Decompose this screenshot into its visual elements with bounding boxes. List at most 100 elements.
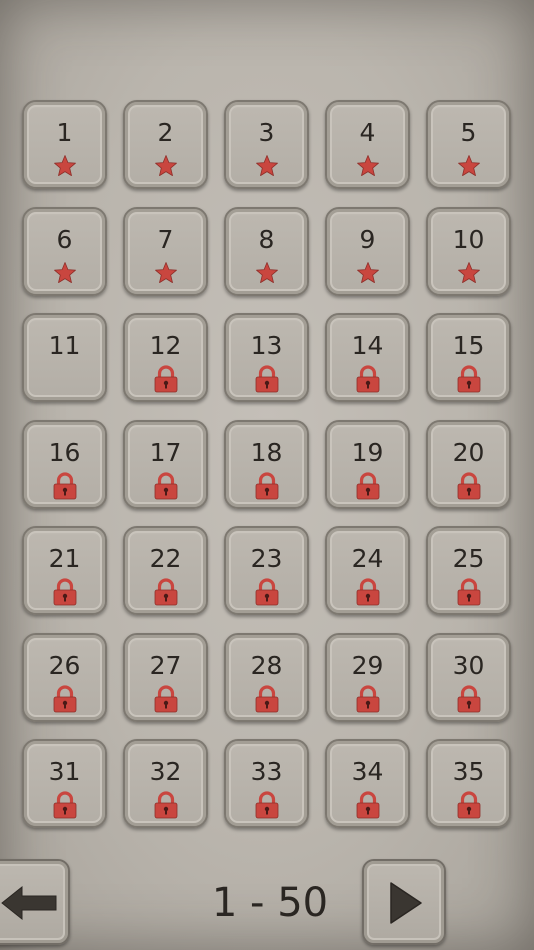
lock-icon — [456, 791, 482, 819]
lock-icon — [254, 578, 280, 606]
level-tile-26[interactable]: 26 — [22, 632, 107, 722]
level-tile-35[interactable]: 35 — [426, 739, 511, 828]
level-tile-6[interactable]: 6 — [22, 206, 107, 296]
level-tile-33[interactable]: 33 — [224, 739, 309, 828]
lock-icon — [52, 791, 78, 819]
level-number: 24 — [351, 544, 384, 573]
level-tile-11[interactable]: 11 — [22, 313, 107, 402]
level-tile-3[interactable]: 3 — [224, 100, 309, 189]
level-number: 6 — [56, 224, 73, 254]
level-tile-32[interactable]: 32 — [123, 739, 208, 828]
level-number: 34 — [351, 757, 384, 786]
level-number: 28 — [250, 650, 283, 680]
level-tile-18[interactable]: 18 — [224, 419, 309, 509]
level-tile-8[interactable]: 8 — [224, 206, 309, 296]
level-number: 30 — [452, 650, 485, 680]
lock-icon — [153, 791, 179, 819]
star-icon — [154, 261, 178, 285]
level-tile-2[interactable]: 2 — [123, 100, 208, 189]
lock-icon — [456, 578, 482, 606]
arrow-left-icon — [1, 885, 57, 921]
level-tile-10[interactable]: 10 — [426, 206, 511, 296]
level-number: 10 — [452, 224, 485, 254]
lock-icon — [355, 365, 381, 393]
level-number: 18 — [250, 437, 283, 467]
level-tile-4[interactable]: 4 — [325, 100, 410, 189]
level-number: 3 — [258, 118, 275, 147]
level-tile-31[interactable]: 31 — [22, 739, 107, 828]
star-icon — [154, 154, 178, 178]
level-tile-34[interactable]: 34 — [325, 739, 410, 828]
star-icon — [356, 154, 380, 178]
level-tile-16[interactable]: 16 — [22, 419, 107, 509]
back-button[interactable] — [0, 859, 70, 945]
lock-icon — [52, 684, 78, 713]
lock-icon — [355, 791, 381, 819]
level-number: 7 — [157, 224, 174, 254]
level-tile-14[interactable]: 14 — [325, 313, 410, 402]
level-number: 20 — [452, 437, 485, 467]
level-number: 8 — [258, 224, 275, 254]
level-number: 2 — [157, 118, 174, 147]
level-number: 11 — [48, 331, 81, 360]
level-tile-13[interactable]: 13 — [224, 313, 309, 402]
level-tile-9[interactable]: 9 — [325, 206, 410, 296]
level-tile-7[interactable]: 7 — [123, 206, 208, 296]
page-range-label: 1 - 50 — [211, 880, 329, 926]
level-tile-5[interactable]: 5 — [426, 100, 511, 189]
star-icon — [255, 154, 279, 178]
level-tile-22[interactable]: 22 — [123, 526, 208, 615]
lock-icon — [153, 684, 179, 713]
star-icon — [457, 154, 481, 178]
level-number: 17 — [149, 437, 182, 467]
lock-icon — [456, 684, 482, 713]
lock-icon — [153, 471, 179, 500]
lock-icon — [254, 791, 280, 819]
level-tile-28[interactable]: 28 — [224, 632, 309, 722]
level-number: 25 — [452, 544, 485, 573]
star-icon — [53, 261, 77, 285]
level-tile-17[interactable]: 17 — [123, 419, 208, 509]
lock-icon — [456, 365, 482, 393]
level-number: 15 — [452, 331, 485, 360]
level-tile-15[interactable]: 15 — [426, 313, 511, 402]
lock-icon — [153, 578, 179, 606]
level-tile-1[interactable]: 1 — [22, 100, 107, 189]
lock-icon — [254, 471, 280, 500]
star-icon — [356, 261, 380, 285]
lock-icon — [456, 471, 482, 500]
next-page-button[interactable] — [362, 859, 446, 945]
level-number: 22 — [149, 544, 182, 573]
lock-icon — [355, 684, 381, 713]
level-number: 12 — [149, 331, 182, 360]
level-tile-19[interactable]: 19 — [325, 419, 410, 509]
star-icon — [53, 154, 77, 178]
level-tile-20[interactable]: 20 — [426, 419, 511, 509]
lock-icon — [52, 471, 78, 500]
level-tile-25[interactable]: 25 — [426, 526, 511, 615]
lock-icon — [153, 365, 179, 393]
level-tile-27[interactable]: 27 — [123, 632, 208, 722]
level-number: 1 — [56, 118, 73, 147]
level-number: 19 — [351, 437, 384, 467]
level-tile-30[interactable]: 30 — [426, 632, 511, 722]
level-tile-24[interactable]: 24 — [325, 526, 410, 615]
level-number: 26 — [48, 650, 81, 680]
level-tile-12[interactable]: 12 — [123, 313, 208, 402]
level-tile-29[interactable]: 29 — [325, 632, 410, 722]
level-number: 35 — [452, 757, 485, 786]
level-number: 4 — [359, 118, 376, 147]
level-number: 9 — [359, 224, 376, 254]
level-number: 31 — [48, 757, 81, 786]
lock-icon — [254, 684, 280, 713]
level-number: 5 — [460, 118, 477, 147]
level-tile-23[interactable]: 23 — [224, 526, 309, 615]
star-icon — [457, 261, 481, 285]
level-number: 23 — [250, 544, 283, 573]
star-icon — [255, 261, 279, 285]
level-tile-21[interactable]: 21 — [22, 526, 107, 615]
play-right-icon — [390, 882, 422, 924]
level-number: 14 — [351, 331, 384, 360]
level-number: 29 — [351, 650, 384, 680]
level-grid: 1 2 3 4 5 6 7 8 9 10 11 12 13 14 15 16 17 18 19 20 21 22 23 24 2… — [22, 100, 513, 828]
